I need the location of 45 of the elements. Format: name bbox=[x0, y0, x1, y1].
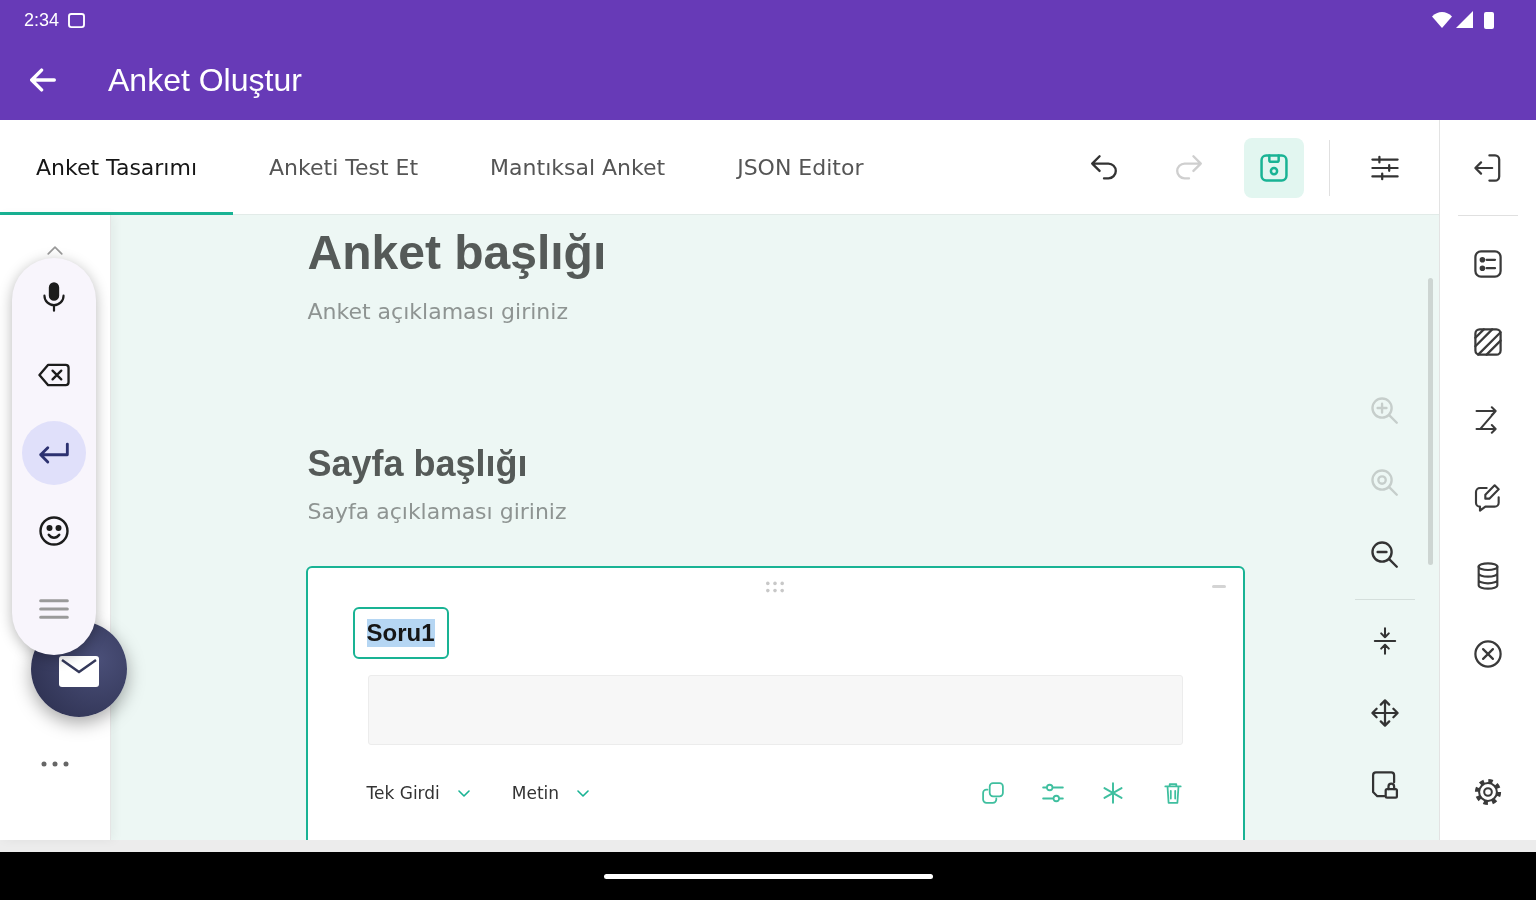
comment-edit-icon[interactable] bbox=[1474, 484, 1502, 512]
survey-title[interactable]: Anket başlığı bbox=[305, 225, 607, 281]
scrollbar-thumb[interactable] bbox=[1428, 278, 1433, 565]
hatch-pattern-icon[interactable] bbox=[1474, 328, 1502, 356]
notification-icon bbox=[68, 12, 86, 28]
save-icon bbox=[1260, 153, 1288, 182]
question-type-dropdown[interactable]: Tek Girdi bbox=[366, 783, 470, 803]
envelope-icon bbox=[59, 655, 99, 687]
battery-icon bbox=[1484, 11, 1494, 29]
wifi-icon bbox=[1432, 12, 1452, 28]
tab[interactable]: JSON Editor bbox=[701, 120, 900, 215]
home-indicator[interactable] bbox=[603, 873, 933, 879]
save-button[interactable] bbox=[1244, 137, 1304, 198]
chevron-up-icon[interactable] bbox=[47, 246, 63, 255]
chevron-down-icon bbox=[457, 789, 470, 797]
emoji-icon bbox=[38, 516, 70, 546]
move-arrows-icon[interactable] bbox=[1371, 699, 1399, 727]
redo-icon bbox=[1175, 153, 1203, 182]
sliders-icon bbox=[1371, 153, 1399, 182]
more-icon[interactable] bbox=[41, 761, 69, 767]
document-lock-icon[interactable] bbox=[1371, 771, 1399, 799]
tab[interactable]: Anketi Test Et bbox=[233, 120, 455, 215]
status-time: 2:34 bbox=[24, 9, 60, 31]
undo-icon bbox=[1090, 153, 1118, 182]
menu-icon bbox=[39, 599, 69, 619]
drag-handle-icon[interactable] bbox=[765, 580, 785, 593]
back-button[interactable] bbox=[30, 68, 56, 92]
question-title: Soru1 bbox=[366, 619, 435, 647]
zoom-out-icon bbox=[1371, 541, 1399, 569]
input-type-dropdown[interactable]: Metin bbox=[511, 783, 590, 803]
tab[interactable]: Mantıksal Anket bbox=[454, 120, 702, 215]
arrows-to-line-icon[interactable] bbox=[1371, 627, 1399, 655]
app-title: Anket Oluştur bbox=[108, 61, 302, 99]
chevron-down-icon bbox=[577, 789, 590, 797]
panel-arrow-icon[interactable] bbox=[1474, 153, 1502, 182]
magnifier-circle-icon bbox=[1371, 469, 1399, 497]
sliders-icon[interactable] bbox=[1041, 782, 1064, 804]
settings-icon[interactable] bbox=[1474, 778, 1502, 806]
page-title[interactable]: Sayfa başlığı bbox=[305, 443, 528, 485]
list-icon[interactable] bbox=[1474, 250, 1502, 278]
close-circle-icon[interactable] bbox=[1474, 640, 1502, 668]
zoom-in-icon bbox=[1371, 397, 1399, 425]
signal-icon bbox=[1456, 11, 1473, 28]
back-arrow-icon bbox=[30, 68, 56, 92]
question-title-field[interactable]: Soru1 bbox=[352, 607, 449, 659]
